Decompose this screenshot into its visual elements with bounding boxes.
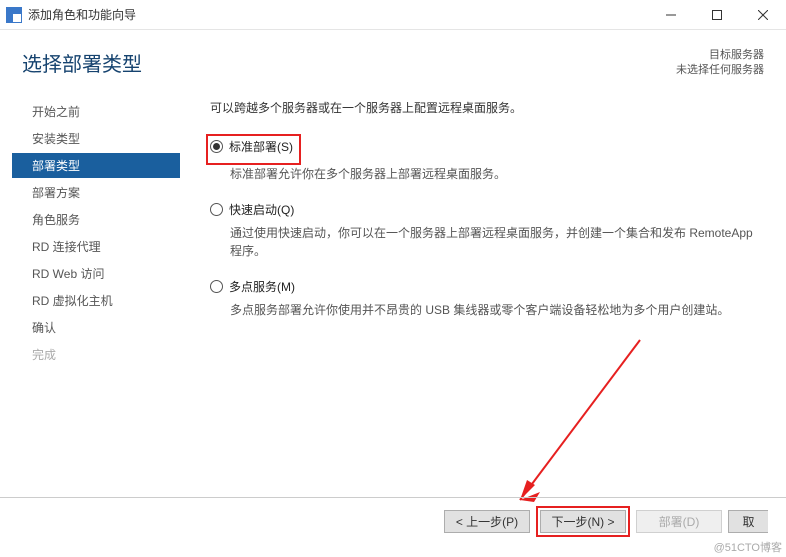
radio-quick[interactable] [210, 203, 223, 216]
radio-label-quick: 快速启动(Q) [229, 201, 294, 218]
sidebar-item-deploy-type[interactable]: 部署类型 [12, 153, 180, 178]
radio-multipoint[interactable] [210, 280, 223, 293]
main-content: 可以跨越多个服务器或在一个服务器上配置远程桌面服务。 标准部署(S) 标准部署允… [190, 99, 786, 504]
intro-text: 可以跨越多个服务器或在一个服务器上配置远程桌面服务。 [210, 99, 766, 116]
sidebar-item-role-services[interactable]: 角色服务 [22, 207, 190, 232]
radio-row-standard[interactable]: 标准部署(S) [210, 138, 293, 155]
prev-button[interactable]: < 上一步(P) [444, 510, 530, 533]
footer: < 上一步(P) 下一步(N) > 部署(D) 取 [0, 497, 786, 537]
maximize-button[interactable] [694, 0, 740, 30]
deploy-button: 部署(D) [636, 510, 722, 533]
option-quick: 快速启动(Q) 通过使用快速启动，你可以在一个服务器上部署远程桌面服务，并创建一… [210, 201, 766, 260]
next-button[interactable]: 下一步(N) > [540, 510, 626, 533]
window-title: 添加角色和功能向导 [28, 6, 648, 23]
sidebar-item-before-begin[interactable]: 开始之前 [22, 99, 190, 124]
watermark: @51CTO博客 [714, 539, 782, 555]
radio-label-standard: 标准部署(S) [229, 138, 293, 155]
option-multipoint: 多点服务(M) 多点服务部署允许你使用并不昂贵的 USB 集线器或零个客户端设备… [210, 278, 766, 319]
sidebar-item-install-type[interactable]: 安装类型 [22, 126, 190, 151]
target-server-label: 目标服务器 [676, 48, 764, 63]
sidebar-item-confirm[interactable]: 确认 [22, 315, 190, 340]
option-standard: 标准部署(S) 标准部署允许你在多个服务器上部署远程桌面服务。 [210, 134, 766, 183]
header: 选择部署类型 目标服务器 未选择任何服务器 [0, 30, 786, 91]
sidebar-item-rd-web[interactable]: RD Web 访问 [22, 261, 190, 286]
minimize-button[interactable] [648, 0, 694, 30]
radio-standard[interactable] [210, 140, 223, 153]
radio-row-multipoint[interactable]: 多点服务(M) [210, 278, 766, 295]
radio-row-quick[interactable]: 快速启动(Q) [210, 201, 766, 218]
option-desc-multipoint: 多点服务部署允许你使用并不昂贵的 USB 集线器或零个客户端设备轻松地为多个用户… [230, 301, 766, 319]
target-server-info: 目标服务器 未选择任何服务器 [676, 48, 764, 79]
cancel-button[interactable]: 取 [728, 510, 768, 533]
sidebar-item-complete: 完成 [22, 342, 190, 367]
highlight-next: 下一步(N) > [536, 506, 630, 537]
sidebar: 开始之前 安装类型 部署类型 部署方案 角色服务 RD 连接代理 RD Web … [0, 99, 190, 504]
wizard-body: 开始之前 安装类型 部署类型 部署方案 角色服务 RD 连接代理 RD Web … [0, 91, 786, 504]
sidebar-item-rd-broker[interactable]: RD 连接代理 [22, 234, 190, 259]
page-title: 选择部署类型 [22, 48, 676, 77]
window-controls [648, 0, 786, 30]
target-server-value: 未选择任何服务器 [676, 63, 764, 78]
app-icon [6, 7, 22, 23]
option-desc-standard: 标准部署允许你在多个服务器上部署远程桌面服务。 [230, 165, 766, 183]
sidebar-item-deploy-plan[interactable]: 部署方案 [22, 180, 190, 205]
option-desc-quick: 通过使用快速启动，你可以在一个服务器上部署远程桌面服务，并创建一个集合和发布 R… [230, 224, 766, 260]
highlight-standard: 标准部署(S) [206, 134, 301, 165]
close-button[interactable] [740, 0, 786, 30]
title-bar: 添加角色和功能向导 [0, 0, 786, 30]
radio-label-multipoint: 多点服务(M) [229, 278, 295, 295]
sidebar-item-rd-virtual[interactable]: RD 虚拟化主机 [22, 288, 190, 313]
